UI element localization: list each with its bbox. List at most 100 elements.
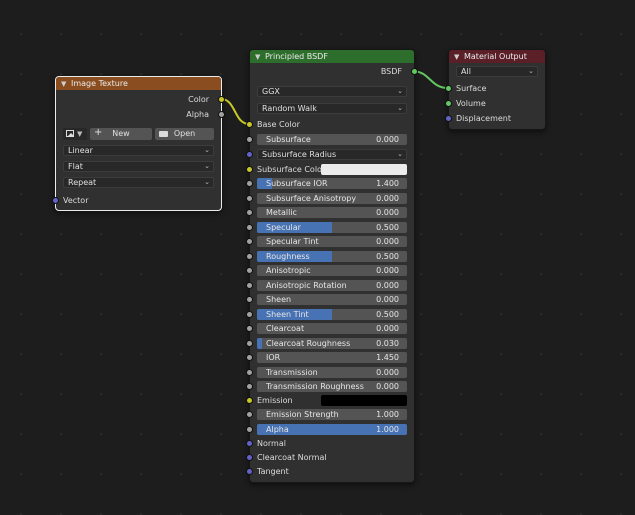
subsurface-radius-dropdown[interactable]: Subsurface Radius ⌄ [257,149,407,160]
alpha-field[interactable]: Alpha 1.000 [257,424,407,435]
parameter-value: 0.000 [376,382,399,391]
parameter-socket[interactable] [246,281,253,289]
clearcoat-normal-row: Clearcoat Normal [246,451,414,465]
target-dropdown[interactable]: All ⌄ [456,66,538,77]
image-texture-node[interactable]: ▼ Image Texture Color Alpha ▼ + New Open … [52,76,225,211]
surface-input-row: Surface [445,82,545,96]
extension-row: Repeat ⌄ [56,176,221,190]
principled-bsdf-node[interactable]: ▼ Principled BSDF BSDF GGX ⌄ Random Walk … [246,49,418,483]
subsurface-radius-socket[interactable] [246,151,253,158]
parameter-socket[interactable] [246,325,253,332]
extension-dropdown[interactable]: Repeat ⌄ [63,177,214,188]
surface-input-socket[interactable] [445,85,452,92]
parameter-field[interactable]: Metallic 0.000 [257,207,407,218]
emission-socket[interactable] [246,397,253,404]
chevron-down-icon: ⌄ [204,178,210,186]
subsurface-field[interactable]: Subsurface 0.000 [257,134,407,145]
parameter-field[interactable]: Sheen 0.000 [257,294,407,305]
parameter-socket[interactable] [246,296,253,303]
base-color-row: Base Color [246,118,414,132]
alpha-socket[interactable] [246,426,253,433]
parameter-socket[interactable] [246,223,253,231]
image-browse-button[interactable]: ▼ [63,128,87,140]
parameter-socket[interactable] [246,354,253,361]
parameter-label: Metallic [266,208,297,217]
normal-socket[interactable] [246,440,253,447]
bsdf-output-row: BSDF [250,65,418,79]
parameter-field[interactable]: Transmission 0.000 [257,366,407,378]
parameter-row: Specular 0.500 [246,221,414,235]
parameter-label: Transmission Roughness [266,382,364,391]
parameter-label: Sheen [266,295,292,304]
parameter-field[interactable]: Subsurface IOR 1.400 [257,178,407,189]
tangent-socket[interactable] [246,468,253,475]
subsurface-color-row: Subsurface Color [246,163,414,177]
parameter-socket[interactable] [246,310,253,318]
parameter-field[interactable]: Anisotropic 0.000 [257,265,407,276]
normal-row: Normal [246,437,414,451]
principled-bsdf-header[interactable]: ▼ Principled BSDF [250,50,414,63]
image-icon [66,130,74,137]
subsurface-socket[interactable] [246,136,253,143]
subsurface-color-swatch[interactable] [321,164,407,175]
base-color-socket[interactable] [246,121,253,128]
parameter-field[interactable]: Transmission Roughness 0.000 [257,381,407,392]
parameter-row: Transmission Roughness 0.000 [246,380,414,394]
parameter-field[interactable]: Subsurface Anisotropy 0.000 [257,192,407,204]
parameter-field[interactable]: Clearcoat 0.000 [257,323,407,334]
parameter-label: Transmission [266,367,318,377]
parameter-value: 0.500 [376,222,399,232]
parameter-row: Anisotropic Rotation 0.000 [246,279,414,293]
emission-strength-socket[interactable] [246,411,253,418]
parameter-value: 0.030 [376,338,399,348]
parameter-value: 0.000 [376,237,399,246]
parameter-field[interactable]: Anisotropic Rotation 0.000 [257,279,407,291]
parameter-socket[interactable] [246,209,253,216]
interpolation-dropdown[interactable]: Linear ⌄ [63,145,214,156]
parameter-label: Subsurface IOR [266,179,328,188]
subsurface-color-socket[interactable] [246,166,253,173]
slider-fill [257,337,262,349]
parameter-field[interactable]: Clearcoat Roughness 0.030 [257,337,407,349]
alpha-output-socket[interactable] [218,111,225,118]
collapse-chevron-icon[interactable]: ▼ [454,51,464,63]
parameter-row: Subsurface IOR 1.400 [246,177,414,191]
parameter-field[interactable]: IOR 1.450 [257,352,407,363]
vector-input-socket[interactable] [52,197,59,204]
parameter-socket[interactable] [246,267,253,274]
emission-strength-row: Emission Strength 1.000 [246,408,414,422]
collapse-chevron-icon[interactable]: ▼ [255,51,265,63]
subsurface-method-dropdown[interactable]: Random Walk ⌄ [257,103,407,114]
parameter-row: Transmission 0.000 [246,366,414,380]
parameter-socket[interactable] [246,180,253,187]
parameter-label: Clearcoat [266,324,305,333]
displacement-input-socket[interactable] [445,115,452,122]
material-output-node[interactable]: ▼ Material Output All ⌄ Surface Volume Di… [445,49,546,130]
material-output-header[interactable]: ▼ Material Output [449,50,545,63]
parameter-socket[interactable] [246,194,253,202]
parameter-field[interactable]: Specular 0.500 [257,221,407,233]
emission-color-swatch[interactable] [321,395,407,406]
parameter-socket[interactable] [246,368,253,376]
parameter-field[interactable]: Roughness 0.500 [257,250,407,262]
new-image-button[interactable]: + New [90,127,152,140]
parameter-socket[interactable] [246,383,253,390]
projection-dropdown[interactable]: Flat ⌄ [63,161,214,172]
open-image-button[interactable]: Open [155,128,214,140]
image-texture-header[interactable]: ▼ Image Texture [56,77,221,90]
collapse-chevron-icon[interactable]: ▼ [61,78,71,90]
parameter-socket[interactable] [246,339,253,347]
parameter-socket[interactable] [246,238,253,245]
volume-input-row: Volume [445,97,545,111]
parameter-field[interactable]: Sheen Tint 0.500 [257,308,407,320]
parameter-row: Roughness 0.500 [246,250,414,264]
distribution-dropdown[interactable]: GGX ⌄ [257,86,407,97]
color-output-socket[interactable] [218,96,225,103]
volume-input-socket[interactable] [445,100,452,107]
tangent-row: Tangent [246,465,414,479]
bsdf-output-socket[interactable] [411,68,418,75]
parameter-field[interactable]: Specular Tint 0.000 [257,236,407,247]
parameter-socket[interactable] [246,252,253,260]
emission-strength-field[interactable]: Emission Strength 1.000 [257,409,407,420]
clearcoat-normal-socket[interactable] [246,454,253,461]
